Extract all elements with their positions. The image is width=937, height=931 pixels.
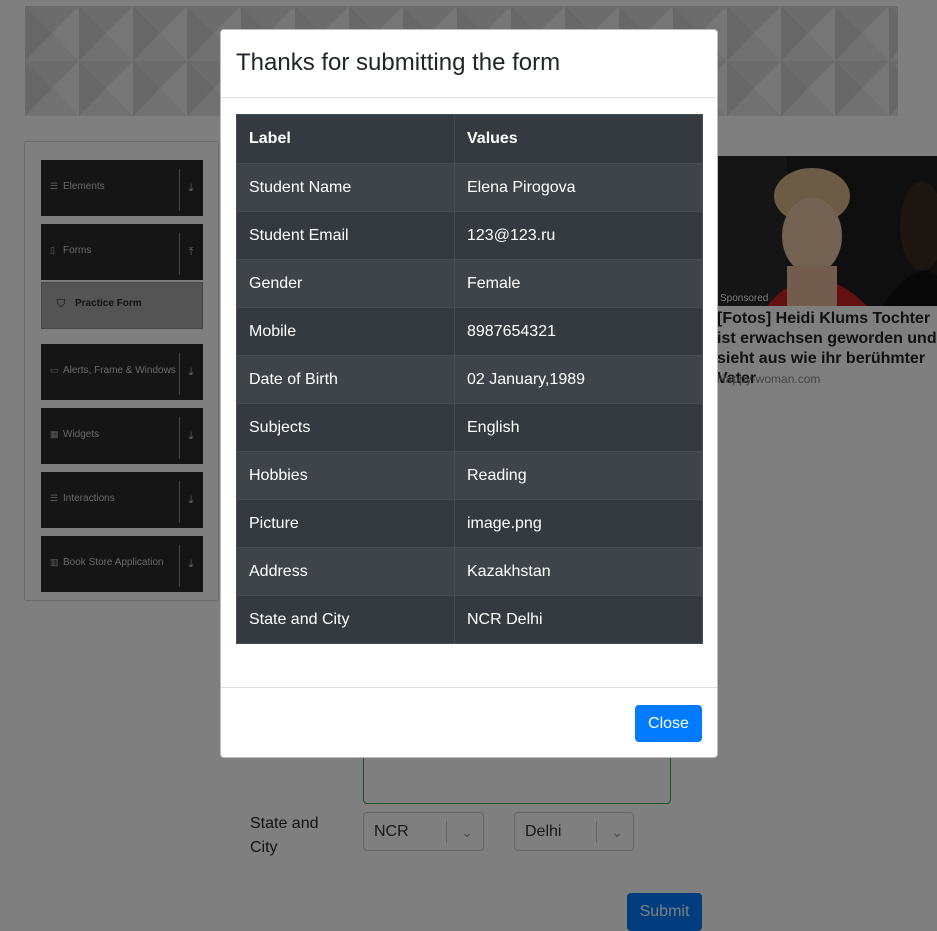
table-row: Subjects English: [236, 403, 703, 452]
table-row: State and City NCR Delhi: [236, 595, 703, 644]
row-value: Kazakhstan: [454, 547, 703, 596]
row-value: English: [454, 403, 703, 452]
close-button[interactable]: Close: [635, 705, 702, 742]
row-label: Student Email: [236, 211, 455, 260]
submission-modal: Thanks for submitting the form Label Val…: [220, 29, 718, 758]
table-row: Mobile 8987654321: [236, 307, 703, 356]
row-value: 123@123.ru: [454, 211, 703, 260]
row-value: 02 January,1989: [454, 355, 703, 404]
table-row: Address Kazakhstan: [236, 547, 703, 596]
row-label: Subjects: [236, 403, 455, 452]
divider: [221, 687, 717, 688]
table-row: Date of Birth 02 January,1989: [236, 355, 703, 404]
table-row: Picture image.png: [236, 499, 703, 548]
row-label: State and City: [236, 595, 455, 644]
row-label: Hobbies: [236, 451, 455, 500]
modal-title: Thanks for submitting the form: [236, 49, 561, 76]
row-label: Student Name: [236, 163, 455, 212]
row-value: image.png: [454, 499, 703, 548]
results-table: Label Values Student Name Elena Pirogova …: [236, 114, 703, 644]
table-row: Student Email 123@123.ru: [236, 211, 703, 260]
row-value: Female: [454, 259, 703, 308]
row-label: Gender: [236, 259, 455, 308]
row-label: Address: [236, 547, 455, 596]
row-value: Elena Pirogova: [454, 163, 703, 212]
row-label: Mobile: [236, 307, 455, 356]
row-value: NCR Delhi: [454, 595, 703, 644]
column-header-values: Values: [454, 114, 703, 164]
row-value: 8987654321: [454, 307, 703, 356]
row-label: Picture: [236, 499, 455, 548]
divider: [221, 97, 717, 98]
table-row: Student Name Elena Pirogova: [236, 163, 703, 212]
row-label: Date of Birth: [236, 355, 455, 404]
table-row: Hobbies Reading: [236, 451, 703, 500]
row-value: Reading: [454, 451, 703, 500]
table-header-row: Label Values: [236, 114, 703, 164]
table-row: Gender Female: [236, 259, 703, 308]
column-header-label: Label: [236, 114, 455, 164]
